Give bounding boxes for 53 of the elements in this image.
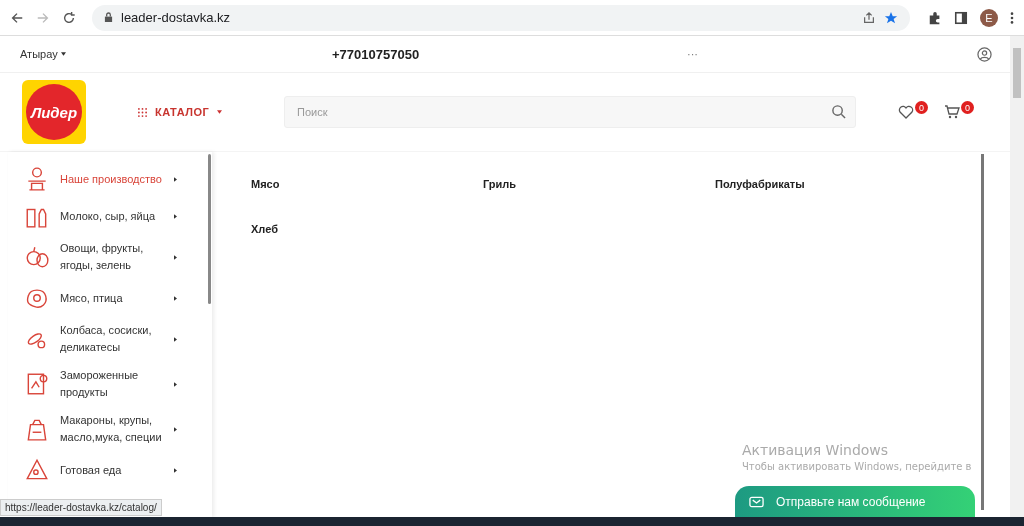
back-icon[interactable]: [10, 10, 24, 25]
caret-icon[interactable]: [60, 52, 66, 56]
caret-icon: [174, 467, 177, 473]
search-icon[interactable]: [831, 104, 846, 119]
subcategory-link[interactable]: Гриль: [483, 178, 517, 190]
caret-icon: [174, 381, 177, 387]
category-item[interactable]: Замороженные продукты: [24, 367, 212, 401]
scrollbar-thumb[interactable]: [208, 154, 211, 304]
page-scrollbar[interactable]: [1010, 36, 1024, 517]
caret-icon: [174, 426, 177, 432]
activation-text: Чтобы активировать Windows, перейдите в: [742, 461, 972, 472]
category-item[interactable]: Макароны, крупы, масло,мука, специи: [24, 412, 212, 446]
menu-icon[interactable]: [1010, 10, 1014, 25]
caret-icon: [217, 110, 223, 114]
subcategory-link[interactable]: Полуфабрикаты: [715, 178, 805, 190]
cart-count: 0: [961, 101, 974, 114]
category-item[interactable]: Молоко, сыр, яйца: [24, 203, 212, 229]
grid-icon: [138, 107, 147, 117]
phone-number[interactable]: +77010757050: [332, 46, 687, 62]
category-item[interactable]: Наше производство: [24, 166, 212, 192]
city-selector[interactable]: Атырау: [20, 48, 58, 60]
lock-icon: [104, 12, 113, 23]
food-icon: [24, 244, 50, 270]
caret-icon: [174, 336, 177, 342]
category-item[interactable]: Готовая еда: [24, 457, 212, 483]
heart-icon: [898, 105, 914, 119]
caret-icon: [174, 295, 177, 301]
profile-avatar[interactable]: E: [980, 8, 998, 27]
caret-icon: [174, 213, 177, 219]
subcategory-link[interactable]: Мясо: [251, 178, 280, 190]
wishlist-count: 0: [915, 101, 928, 114]
scrollbar-track[interactable]: [981, 154, 984, 510]
puzzle-icon[interactable]: [928, 10, 942, 25]
reload-icon[interactable]: [62, 10, 76, 25]
share-icon[interactable]: [862, 10, 876, 25]
more-button[interactable]: ···: [687, 48, 977, 60]
cart-icon: [944, 105, 960, 119]
category-item[interactable]: Овощи, фрукты, ягоды, зелень: [24, 240, 212, 274]
subcategory-link[interactable]: Хлеб: [251, 223, 278, 235]
logo[interactable]: Лидер: [22, 80, 86, 144]
address-bar[interactable]: leader-dostavka.kz: [92, 4, 910, 31]
user-icon[interactable]: [977, 46, 992, 62]
status-url: https://leader-dostavka.kz/catalog/: [0, 499, 162, 516]
caret-icon: [174, 254, 177, 260]
category-item[interactable]: Мясо, птица: [24, 285, 212, 311]
envelope-icon: [749, 496, 764, 508]
activation-title: Активация Windows: [742, 442, 890, 458]
catalog-button[interactable]: КАТАЛОГ: [138, 106, 284, 118]
star-icon[interactable]: [884, 10, 898, 25]
category-item[interactable]: Колбаса, сосиски, деликатесы: [24, 322, 212, 356]
caret-icon: [174, 176, 177, 182]
search-field[interactable]: Поиск: [284, 96, 856, 128]
side-panel-icon[interactable]: [954, 10, 968, 25]
